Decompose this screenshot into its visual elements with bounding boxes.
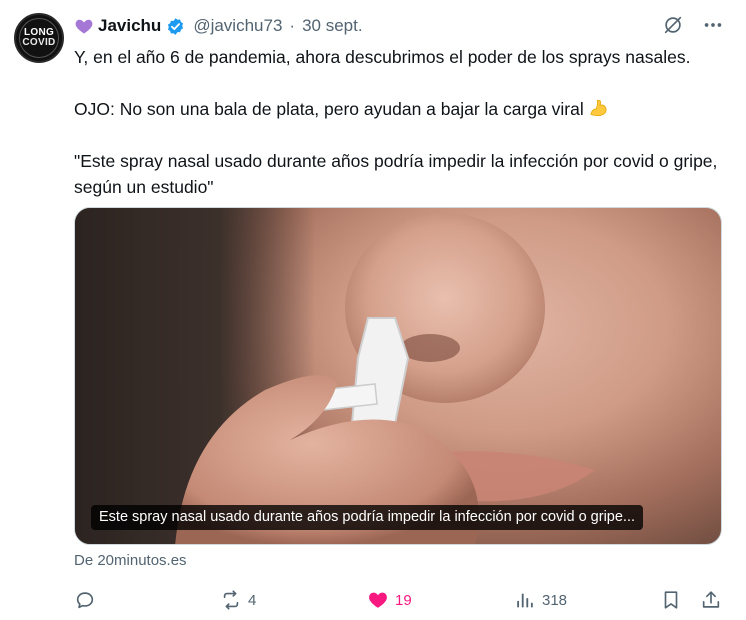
post-date[interactable]: 30 sept. xyxy=(302,16,363,36)
nasal-spray-photo xyxy=(175,213,595,544)
reply-icon xyxy=(76,592,94,609)
flexed-biceps-icon xyxy=(590,99,607,117)
grok-icon[interactable] xyxy=(662,14,684,36)
author-handle[interactable]: @javichu73 xyxy=(193,16,282,36)
share-button[interactable] xyxy=(700,585,722,615)
header-separator: · xyxy=(289,16,296,35)
bookmark-button[interactable] xyxy=(660,585,682,615)
action-bar: 4 19 318 xyxy=(74,585,724,615)
post-top-actions xyxy=(662,14,724,36)
post-text-line2: OJO: No son una bala de plata, pero ayud… xyxy=(74,99,584,119)
like-button[interactable]: 19 xyxy=(367,585,412,615)
post-text-line3: "Este spray nasal usado durante años pod… xyxy=(74,151,718,197)
reply-button[interactable] xyxy=(74,585,102,615)
views-chart-icon xyxy=(517,593,533,608)
post-text-line1: Y, en el año 6 de pandemia, ahora descub… xyxy=(74,47,691,67)
post-header: Javichu @javichu73 · 30 sept. xyxy=(74,14,363,38)
heart-icon xyxy=(369,592,387,608)
bookmark-icon xyxy=(664,591,678,609)
link-card-image[interactable]: Este spray nasal usado durante años podr… xyxy=(74,207,722,545)
avatar-text-line2: COVID xyxy=(22,37,56,48)
more-options-icon[interactable] xyxy=(702,14,724,36)
share-icon xyxy=(702,591,720,608)
repost-button[interactable]: 4 xyxy=(220,585,256,615)
post-text-line2-wrap: OJO: No son una bala de plata, pero ayud… xyxy=(74,96,734,122)
post-text: Y, en el año 6 de pandemia, ahora descub… xyxy=(74,44,734,200)
author-avatar[interactable]: LONG COVID xyxy=(14,13,64,63)
verified-badge-icon xyxy=(168,17,184,35)
link-card-caption: Este spray nasal usado durante años podr… xyxy=(91,505,644,530)
repost-count: 4 xyxy=(248,591,257,609)
views-button[interactable]: 318 xyxy=(514,585,567,615)
repost-icon xyxy=(223,590,239,610)
like-count: 19 xyxy=(395,591,412,609)
link-source[interactable]: De 20minutos.es xyxy=(74,552,187,569)
views-count: 318 xyxy=(542,591,568,609)
purple-heart-icon xyxy=(75,19,93,34)
author-name[interactable]: Javichu xyxy=(98,16,161,36)
